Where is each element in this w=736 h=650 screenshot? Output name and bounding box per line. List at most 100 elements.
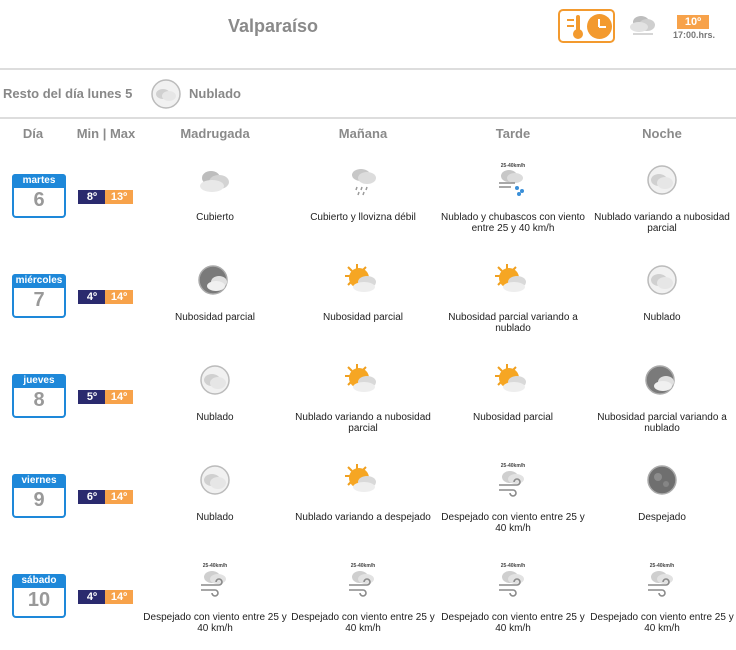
max-temperature: 14º	[105, 390, 133, 404]
clock-hand	[599, 26, 606, 28]
forecast-row: jueves 8 5º 14º Nublado Nublado variando a nu…	[0, 362, 736, 462]
forecast-row: miércoles 7 4º 14º Nubosidad parcial Nubosida…	[0, 262, 736, 362]
wind-icon: 25-40km/h	[349, 563, 375, 597]
column-day: Día	[22, 126, 44, 141]
period-description: Nubosidad parcial	[174, 312, 256, 323]
min-temperature: 5º	[78, 390, 106, 404]
period-description: Nubosidad parcial	[322, 312, 404, 323]
hourly-forecast-button[interactable]	[558, 9, 615, 43]
svg-text:25-40km/h: 25-40km/h	[501, 563, 525, 569]
night-cloud-icon	[647, 165, 677, 195]
calendar-day-badge: miércoles 7	[12, 274, 66, 318]
period-cell: 25-40km/h Despejado con viento entre 25 y…	[438, 462, 588, 534]
period-cell: Nublado variando a despejado	[288, 462, 438, 523]
weekday-label: sábado	[12, 574, 66, 588]
period-description: Despejado con viento entre 25 y 40 km/h	[441, 512, 585, 534]
max-temperature: 14º	[105, 290, 133, 304]
sun-cloud-icon	[495, 364, 526, 392]
period-description: Nublado	[196, 412, 234, 423]
column-noche: Noche	[642, 126, 682, 141]
header: Valparaíso 10º 17:00.hrs.	[0, 0, 736, 68]
current-time: 17:00.hrs.	[672, 30, 716, 40]
date-number: 8	[33, 389, 45, 411]
weekday-label: viernes	[12, 474, 66, 488]
period-cell: Nublado variando a nubosidad parcial	[288, 362, 438, 434]
period-cell: Nubosidad parcial variando a nublado	[587, 362, 736, 434]
weekday-label: miércoles	[12, 274, 66, 288]
period-cell: 25-40km/h Nublado y chubascos con viento …	[438, 162, 588, 234]
column-manana: Mañana	[338, 126, 388, 141]
svg-text:25-40km/h: 25-40km/h	[501, 463, 525, 469]
weekday-label: martes	[12, 174, 66, 188]
period-description: Cubierto	[196, 212, 234, 223]
calendar-day-badge: martes 6	[12, 174, 66, 218]
period-cell: Nublado	[587, 262, 736, 323]
calendar-day-badge: jueves 8	[12, 374, 66, 418]
night-partly-cloudy-icon	[198, 265, 228, 295]
period-cell: 25-40km/h Despejado con viento entre 25 y…	[140, 562, 290, 634]
svg-text:25-40km/h: 25-40km/h	[650, 563, 674, 569]
min-temperature: 4º	[78, 290, 106, 304]
calendar-day-badge: sábado 10	[12, 574, 66, 618]
thermometer-tick	[567, 19, 574, 21]
overcast-icon	[200, 171, 229, 192]
max-temperature: 14º	[105, 490, 133, 504]
period-cell: 25-40km/h Despejado con viento entre 25 y…	[587, 562, 736, 634]
forecast-row: martes 6 8º 13º Cubierto Cubierto y llovizna …	[0, 162, 736, 262]
rest-of-day-label: Resto del día lunes 5	[3, 86, 133, 101]
wind-icon: 25-40km/h	[499, 463, 525, 497]
period-description: Nublado variando a nubosidad parcial	[295, 412, 431, 434]
date-number: 7	[33, 289, 45, 311]
date-number: 10	[27, 589, 51, 611]
min-temperature: 4º	[78, 590, 106, 604]
thermometer-tick	[567, 25, 574, 27]
night-cloud-icon	[200, 465, 230, 495]
period-cell: 25-40km/h Despejado con viento entre 25 y…	[438, 562, 588, 634]
night-cloud-icon	[200, 365, 230, 395]
period-description: Nubosidad parcial variando a nublado	[448, 312, 578, 334]
period-description: Nubosidad parcial	[472, 412, 554, 423]
period-description: Nublado y chubascos con viento entre 25 …	[441, 212, 585, 234]
period-description: Nublado variando a nubosidad parcial	[594, 212, 730, 234]
period-cell: Nubosidad parcial	[140, 262, 290, 323]
period-cell: 25-40km/h Despejado con viento entre 25 y…	[288, 562, 438, 634]
period-cell: Cubierto y llovizna débil	[288, 162, 438, 223]
weekday-label: jueves	[12, 374, 66, 388]
period-cell: Despejado	[587, 462, 736, 523]
period-description: Despejado con viento entre 25 y 40 km/h	[143, 612, 287, 634]
date-number: 9	[33, 489, 45, 511]
current-temperature: 10º	[677, 15, 709, 29]
divider	[0, 117, 736, 119]
period-description: Despejado con viento entre 25 y 40 km/h	[441, 612, 585, 634]
clock-icon	[587, 14, 612, 39]
period-description: Despejado con viento entre 25 y 40 km/h	[590, 612, 734, 634]
period-description: Cubierto y llovizna débil	[310, 212, 416, 223]
city-title: Valparaíso	[227, 16, 319, 36]
sun-cloud-icon	[345, 464, 376, 492]
forecast-row: viernes 9 6º 14º Nublado Nublado variando a d…	[0, 462, 736, 562]
divider	[0, 68, 736, 70]
period-cell: Nubosidad parcial	[438, 362, 588, 423]
column-madrugada: Madrugada	[180, 126, 250, 141]
calendar-day-badge: viernes 9	[12, 474, 66, 518]
wind-showers-icon: 25-40km/h	[499, 163, 525, 196]
period-cell: Nublado	[140, 462, 290, 523]
svg-text:25-40km/h: 25-40km/h	[203, 563, 227, 569]
column-minmax: Min | Max	[76, 126, 136, 141]
period-description: Despejado	[638, 512, 686, 523]
period-description: Nublado	[643, 312, 681, 323]
date-number: 6	[33, 189, 45, 211]
forecast-row: sábado 10 4º 14º 25-40km/h Despejado con vien…	[0, 562, 736, 650]
period-description: Nublado variando a despejado	[295, 512, 431, 523]
column-tarde: Tarde	[495, 126, 531, 141]
night-partly-cloudy-icon	[645, 365, 675, 395]
wind-icon: 25-40km/h	[201, 563, 227, 597]
clear-night-icon	[647, 465, 677, 495]
night-cloud-icon	[647, 265, 677, 295]
period-cell: Nublado variando a nubosidad parcial	[587, 162, 736, 234]
rest-of-day-state: Nublado	[189, 86, 241, 101]
min-temperature: 6º	[78, 490, 106, 504]
sun-cloud-icon	[345, 364, 376, 392]
period-cell: Cubierto	[140, 162, 290, 223]
wind-icon: 25-40km/h	[648, 563, 674, 597]
